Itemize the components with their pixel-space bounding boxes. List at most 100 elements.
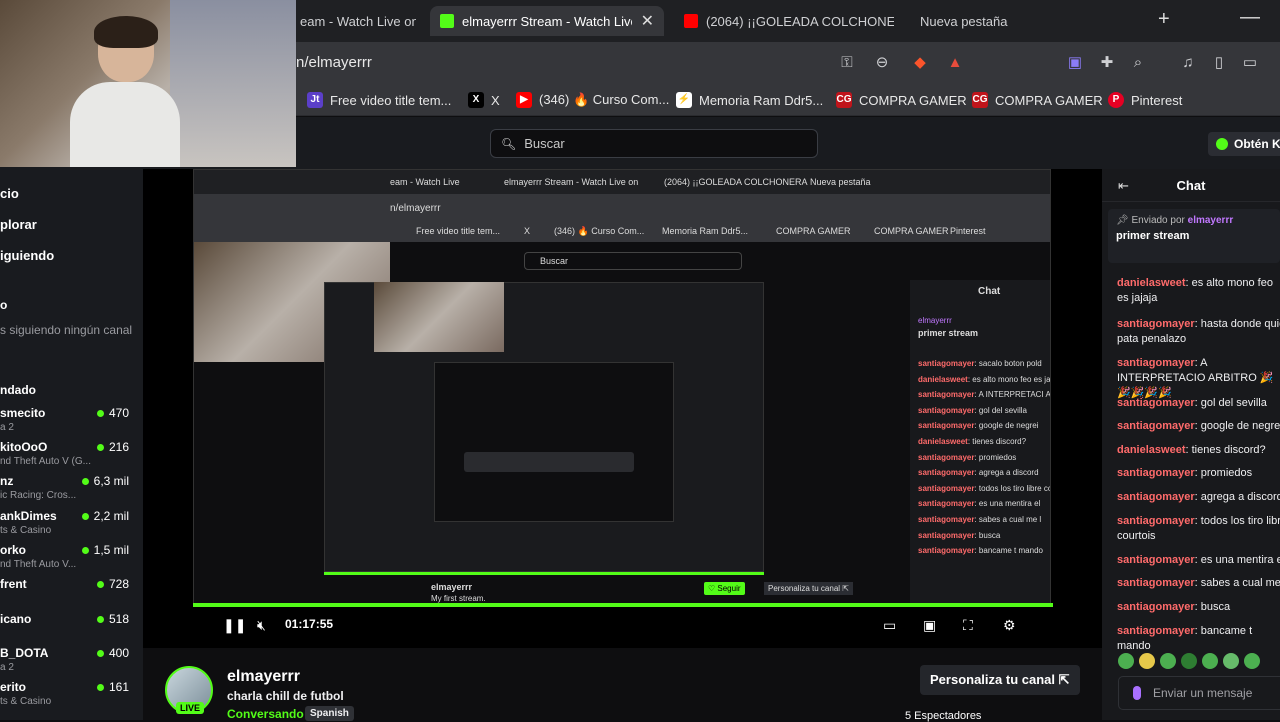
chat-message: santiagomayer: es una mentira el xyxy=(1117,554,1280,566)
chat-panel: ⇤ Chat 📌︎ Enviado por elmayerrr primer s… xyxy=(1102,169,1280,720)
pause-icon[interactable]: ❚❚ xyxy=(223,617,246,634)
theater-mode-icon[interactable]: ▣ xyxy=(923,617,936,634)
stream-category[interactable]: Conversando xyxy=(227,707,304,721)
search-input[interactable]: 🔍︎ Buscar xyxy=(490,129,818,158)
mute-icon[interactable]: 🔇︎ xyxy=(257,617,266,634)
search-tabs-icon[interactable]: ⌕ xyxy=(1129,54,1147,72)
live-dot-icon xyxy=(96,443,104,451)
emote-icon[interactable] xyxy=(1244,653,1260,669)
channel-item[interactable]: nz ic Racing: Cros... 6,3 mil xyxy=(0,474,135,501)
brave-shield-icon[interactable]: ◆ xyxy=(911,54,929,72)
sidebar-icon[interactable]: ▯ xyxy=(1210,54,1228,72)
tab-elmayerrr-stream[interactable]: elmayerrr Stream - Watch Live ✕ xyxy=(430,6,664,36)
microphone-icon xyxy=(1133,686,1141,700)
bookmark-curso[interactable]: ▶ (346) 🔥 Curso Com... xyxy=(516,92,669,108)
get-kick-button[interactable]: Obtén KI xyxy=(1208,132,1280,156)
channel-item[interactable]: icano 518 xyxy=(0,612,135,628)
emote-bar xyxy=(1118,653,1280,673)
key-icon[interactable]: ⚿ xyxy=(838,54,856,72)
stream-title: charla chill de futbol xyxy=(227,689,344,703)
channel-info: LIVE elmayerrr charla chill de futbol Co… xyxy=(143,648,1102,722)
chat-message: santiagomayer: bancame t mando xyxy=(1117,625,1253,652)
live-dot-icon xyxy=(96,649,104,657)
bookmark-pinterest[interactable]: P Pinterest xyxy=(1108,92,1182,108)
close-tab-icon[interactable]: ✕ xyxy=(641,11,654,31)
pinterest-icon: P xyxy=(1108,92,1124,108)
chat-toggle-icon[interactable]: ▭ xyxy=(883,617,896,634)
kick-logo-icon xyxy=(1216,138,1228,150)
bookmark-memoria-ram[interactable]: ⚡ Memoria Ram Ddr5... xyxy=(676,92,823,108)
tab-nueva[interactable]: Nueva pestaña xyxy=(910,6,1040,36)
url-field[interactable]: n/elmayerrr xyxy=(296,54,372,71)
chat-message: danielasweet: tienes discord? xyxy=(1117,444,1266,456)
channel-item[interactable]: frent 728 xyxy=(0,577,135,593)
nav-inicio[interactable]: cio xyxy=(0,186,19,201)
live-dot-icon xyxy=(96,683,104,691)
chat-message: santiagomayer: busca xyxy=(1117,601,1231,613)
youtube-favicon-icon xyxy=(684,14,698,28)
emote-icon[interactable] xyxy=(1202,653,1218,669)
viewer-count: 5 Espectadores xyxy=(905,710,982,722)
following-heading: o xyxy=(0,298,8,312)
video-player[interactable]: eam - Watch Live elmayerrr Stream - Watc… xyxy=(143,169,1102,648)
chat-message: santiagomayer: promiedos xyxy=(1117,467,1253,479)
chat-message: santiagomayer: google de negrei xyxy=(1117,420,1280,432)
extension-icon[interactable]: ▣ xyxy=(1066,54,1084,72)
bookmark-free-video[interactable]: Jt Free video title tem... xyxy=(307,92,451,108)
live-dot-icon xyxy=(96,580,104,588)
bookmark-compra-gamer-2[interactable]: CG COMPRA GAMER xyxy=(972,92,1103,108)
player-controls: ❚❚ 🔇︎ 01:17:55 ▭ ▣ ⛶ ⚙ xyxy=(193,609,1053,645)
new-tab-button[interactable]: + xyxy=(1158,8,1170,31)
channel-item[interactable]: erito ts & Casino 161 xyxy=(0,680,135,707)
settings-gear-icon[interactable]: ⚙ xyxy=(1003,617,1016,634)
chat-message: santiagomayer: agrega a discord xyxy=(1117,491,1280,503)
channel-item[interactable]: orko nd Theft Auto V... 1,5 mil xyxy=(0,543,135,570)
brave-rewards-icon[interactable]: ▲ xyxy=(946,54,964,72)
following-empty-text: s siguiendo ningún canal xyxy=(0,323,133,337)
pin-icon: 📌︎ xyxy=(1116,215,1129,226)
pinned-message[interactable]: 📌︎ Enviado por elmayerrr primer stream xyxy=(1108,209,1280,263)
chat-message-input[interactable]: Enviar un mensaje xyxy=(1118,676,1280,710)
customize-channel-button[interactable]: Personaliza tu canal ⇱ xyxy=(920,665,1080,695)
tab-watch-live[interactable]: eam - Watch Live on xyxy=(296,6,416,36)
chat-message: santiagomayer: hasta donde quie pata pen… xyxy=(1117,318,1280,345)
emote-icon[interactable] xyxy=(1223,653,1239,669)
tab-goleada[interactable]: (2064) ¡¡GOLEADA COLCHONERA xyxy=(674,6,894,36)
jitter-icon: Jt xyxy=(307,92,323,108)
screen-capture-level-1: eam - Watch Live elmayerrr Stream - Watc… xyxy=(193,169,1051,605)
live-dot-icon xyxy=(81,546,89,554)
progress-bar[interactable] xyxy=(193,603,1053,607)
youtube-icon: ▶ xyxy=(516,92,532,108)
lightning-icon: ⚡ xyxy=(676,92,692,108)
emote-icon[interactable] xyxy=(1139,653,1155,669)
puzzle-extensions-icon[interactable]: ✚ xyxy=(1098,54,1116,72)
emote-icon[interactable] xyxy=(1181,653,1197,669)
bookmark-x[interactable]: X X xyxy=(468,92,500,108)
channel-name[interactable]: elmayerrr xyxy=(227,668,300,686)
time-display: 01:17:55 xyxy=(285,617,334,631)
music-icon[interactable]: ♫ xyxy=(1179,54,1197,72)
channel-item[interactable]: smecito a 2 470 xyxy=(0,406,135,433)
chat-message: santiagomayer: todos los tiro libre cour… xyxy=(1117,515,1280,542)
emote-icon[interactable] xyxy=(1160,653,1176,669)
live-dot-icon xyxy=(81,512,89,520)
emote-icon[interactable] xyxy=(1118,653,1134,669)
chat-message: danielasweet: es alto mono feo es jajaja xyxy=(1117,277,1273,304)
channel-item[interactable]: ankDimes ts & Casino 2,2 mil xyxy=(0,509,135,536)
zoom-out-icon[interactable]: ⊖ xyxy=(873,54,891,72)
live-dot-icon xyxy=(81,477,89,485)
kick-favicon-icon xyxy=(440,14,454,28)
fullscreen-icon[interactable]: ⛶ xyxy=(963,617,973,634)
nav-explorar[interactable]: plorar xyxy=(0,217,37,232)
bookmark-compra-gamer-1[interactable]: CG COMPRA GAMER xyxy=(836,92,967,108)
channel-item[interactable]: B_DOTA a 2 400 xyxy=(0,646,135,673)
nested-chat-log: santiagomayer: sacalo boton pold daniela… xyxy=(918,359,1050,556)
channel-item[interactable]: kitoOoO nd Theft Auto V (G... 216 xyxy=(0,440,135,467)
nav-siguiendo[interactable]: iguiendo xyxy=(0,248,54,263)
x-logo-icon: X xyxy=(468,92,484,108)
minimize-button[interactable]: — xyxy=(1240,6,1260,29)
compra-gamer-icon: CG xyxy=(836,92,852,108)
language-tag[interactable]: Spanish xyxy=(305,706,354,721)
compra-gamer-icon: CG xyxy=(972,92,988,108)
wallet-icon[interactable]: ▭ xyxy=(1241,54,1259,72)
